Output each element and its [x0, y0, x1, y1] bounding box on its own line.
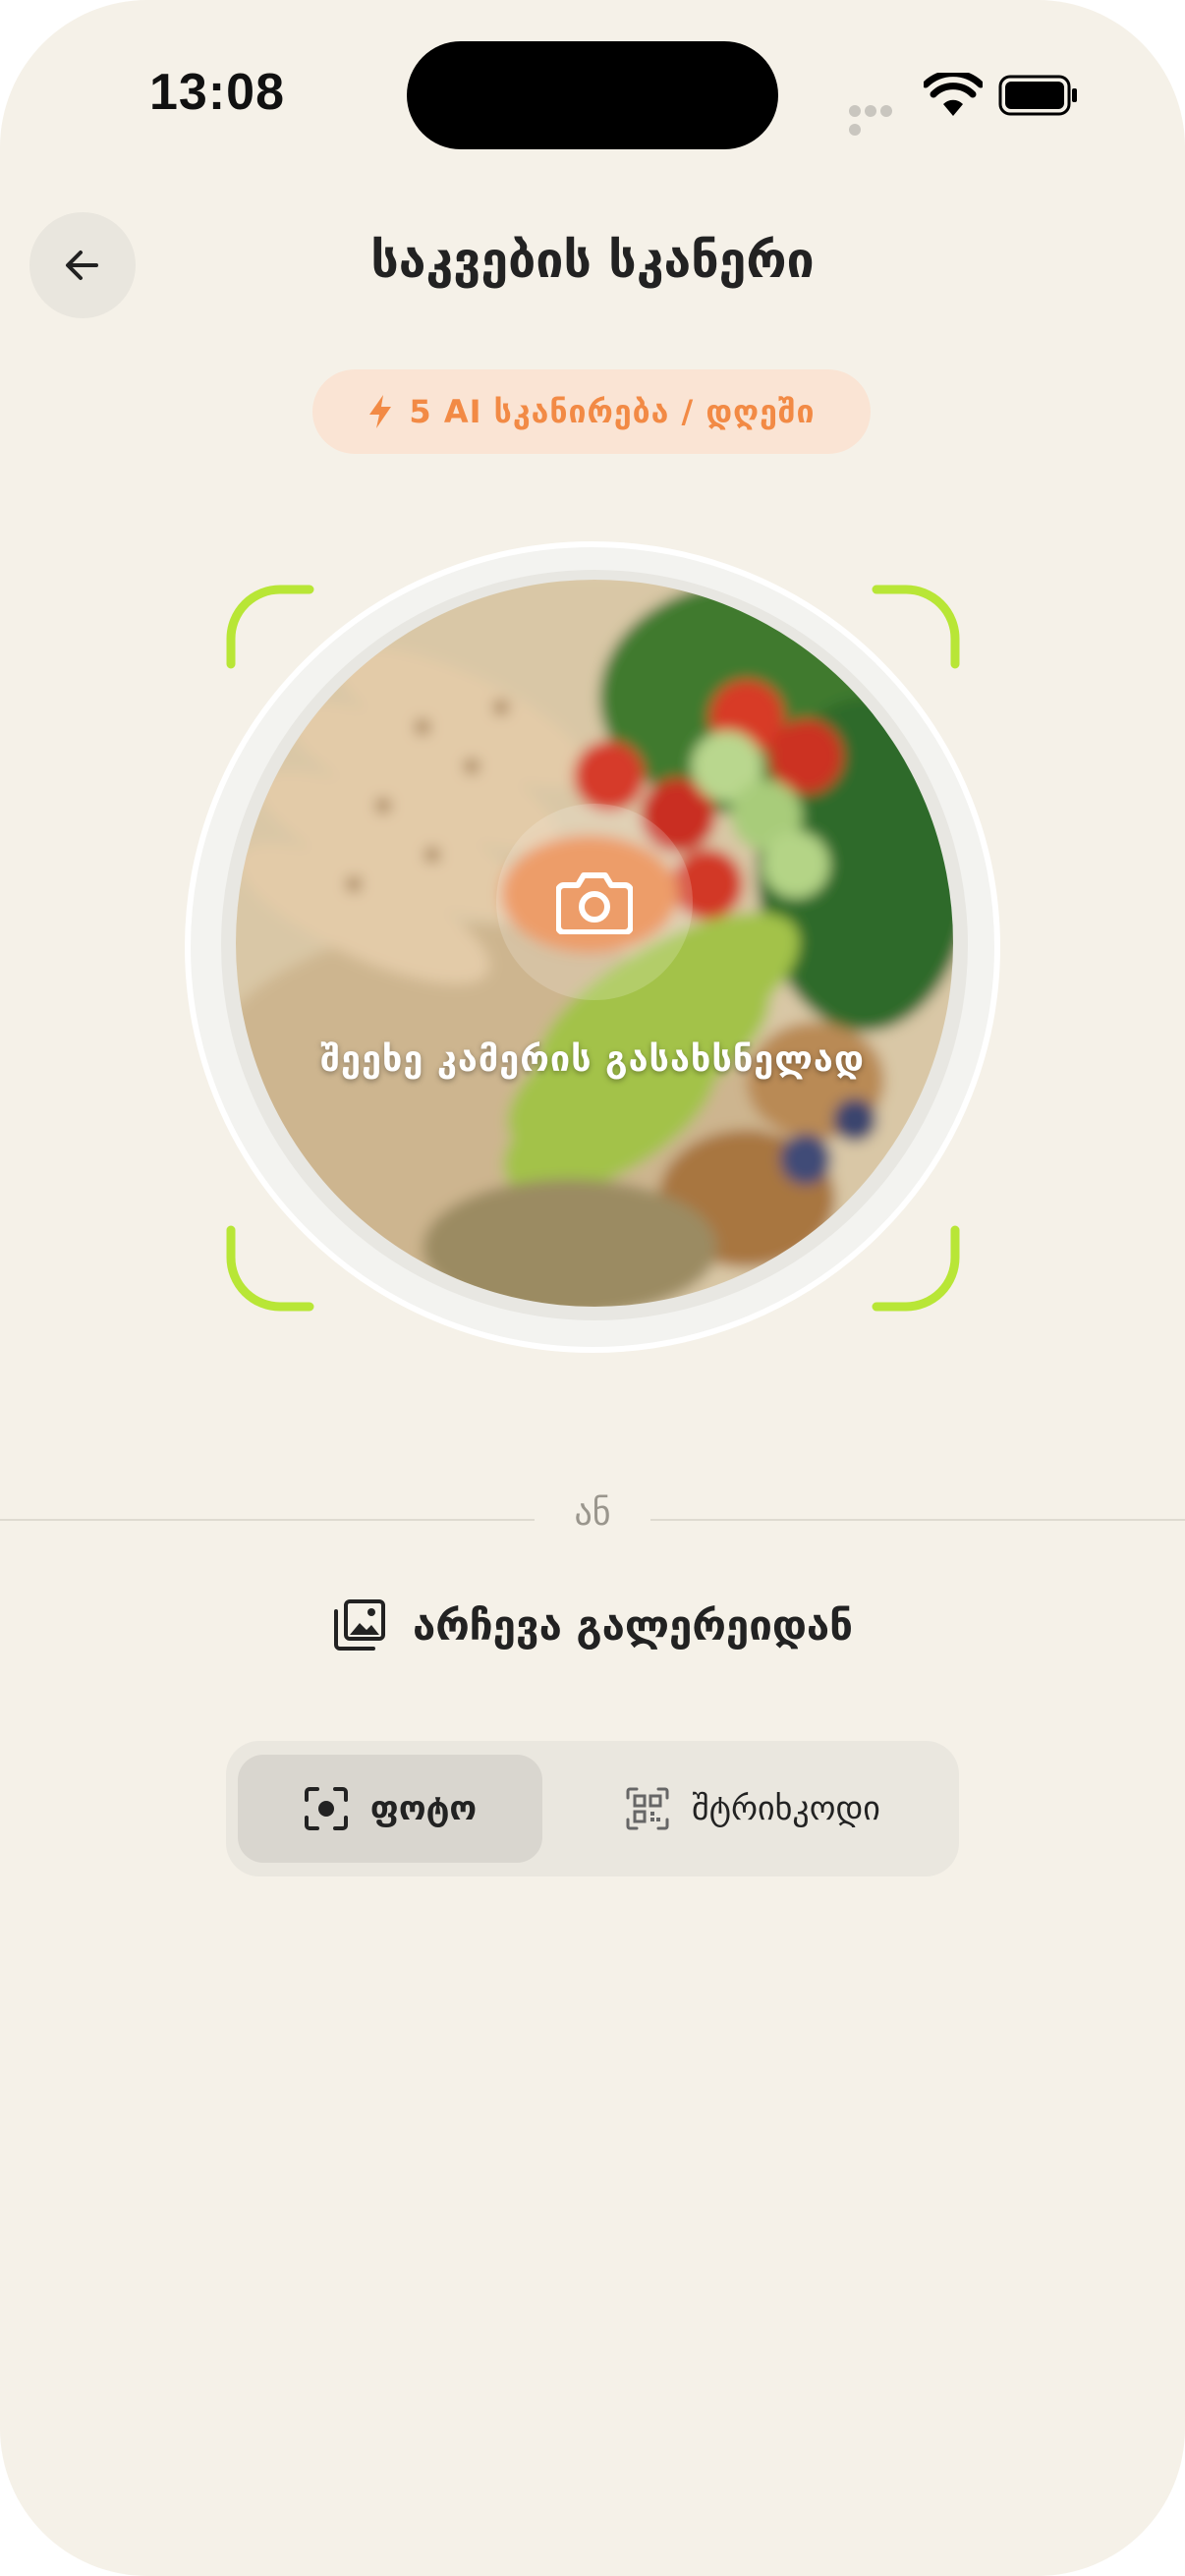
tab-barcode-label: შტრიხკოდი — [692, 1789, 880, 1828]
gallery-icon — [333, 1599, 385, 1651]
scanner-hint-text: შეეხე კამერის გასახსნელად — [320, 1039, 865, 1080]
battery-icon — [998, 75, 1077, 116]
status-time: 13:08 — [149, 64, 285, 121]
camera-icon — [556, 872, 633, 934]
tab-photo-label: ფოტო — [369, 1789, 478, 1828]
wifi-icon — [924, 73, 983, 116]
ai-scan-limit-text: 5 AI სკანირება / დღეში — [409, 393, 816, 430]
page-title: საკვების სკანერი — [370, 232, 815, 289]
gallery-label: არჩევა გალერეიდან — [412, 1600, 854, 1650]
tab-photo[interactable]: ფოტო — [238, 1755, 542, 1863]
tab-barcode[interactable]: შტრიხკოდი — [566, 1755, 939, 1863]
cellular-signal-icon — [849, 102, 908, 136]
scan-mode-switch: ფოტო შტრიხკოდი — [226, 1741, 959, 1876]
divider-label: ან — [574, 1493, 611, 1534]
app-screen: 13:08 საკვების სკანერი 5 AI სკანირება / … — [0, 0, 1185, 2576]
scan-focus-icon — [304, 1787, 348, 1830]
qr-code-icon — [626, 1787, 669, 1830]
camera-button[interactable] — [496, 804, 693, 1000]
dynamic-island — [407, 41, 778, 149]
choose-from-gallery-button[interactable]: არჩევა გალერეიდან — [314, 1586, 871, 1664]
lightning-icon — [369, 395, 392, 428]
ai-scan-limit-badge: 5 AI სკანირება / დღეში — [312, 369, 871, 454]
